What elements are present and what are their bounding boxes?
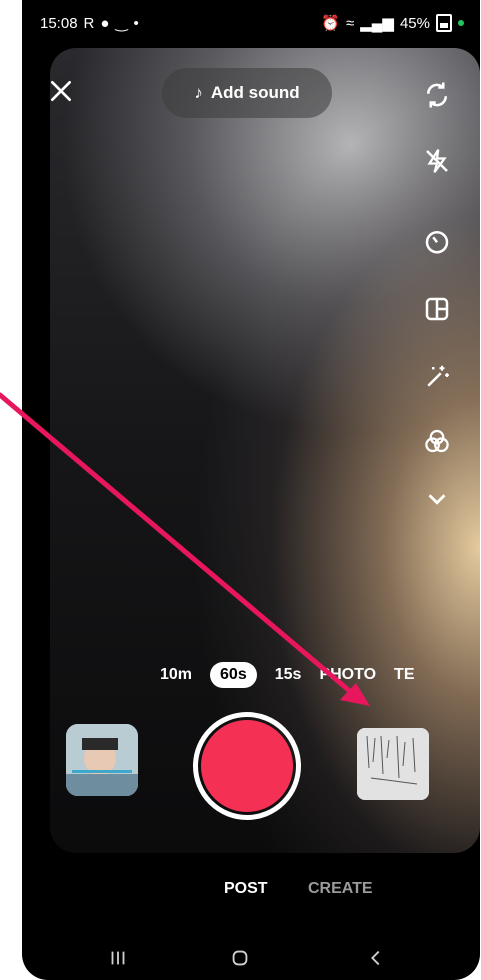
close-button[interactable]: [48, 78, 74, 104]
flash-button[interactable]: [422, 146, 454, 178]
tab-create[interactable]: CREATE: [308, 880, 373, 898]
effect-thumbnail[interactable]: [66, 724, 138, 796]
status-bar: 15:08 R ● ‿ • ⏰ ≈ ▂▄▆ 45%: [22, 0, 480, 44]
flip-camera-button[interactable]: [422, 80, 454, 112]
battery-icon: [436, 14, 452, 32]
music-note-icon: ♪: [194, 83, 203, 102]
timer-icon: [425, 231, 449, 254]
flash-off-icon: [426, 149, 448, 173]
layout-button[interactable]: [422, 294, 454, 326]
alarm-icon: ⏰: [321, 15, 341, 32]
add-sound-label: Add sound: [210, 83, 300, 102]
mode-60s[interactable]: 60s: [210, 662, 257, 688]
record-button[interactable]: [193, 712, 301, 820]
battery-percent: 45%: [399, 14, 430, 32]
filters-button[interactable]: [422, 426, 454, 458]
green-dot-icon: [458, 20, 464, 26]
mode-photo[interactable]: PHOTO: [319, 666, 376, 684]
magic-wand-icon: [427, 365, 449, 387]
r-icon: R: [83, 14, 95, 32]
close-icon: [50, 80, 72, 102]
flip-camera-icon: [426, 82, 448, 108]
timer-button[interactable]: [422, 226, 454, 258]
effects-button[interactable]: [422, 362, 454, 394]
home-button[interactable]: [220, 938, 260, 978]
mode-10m[interactable]: 10m: [160, 666, 192, 684]
chevron-down-icon: [428, 494, 446, 505]
signal-icon: ▂▄▆: [360, 15, 394, 32]
gallery-preview-icon: [357, 728, 429, 800]
bottom-tabs: POST CREATE: [22, 880, 480, 904]
layout-icon: [425, 297, 449, 321]
back-button[interactable]: [356, 938, 396, 978]
back-icon: [371, 950, 380, 966]
filters-icon: [425, 429, 449, 453]
wifi-icon: ≈: [346, 14, 355, 32]
minus-icon: ‿: [115, 15, 128, 32]
record-inner: [201, 720, 293, 812]
dot-icon: •: [133, 14, 139, 32]
recent-apps-button[interactable]: [98, 938, 138, 978]
upload-gallery-thumbnail[interactable]: [357, 728, 429, 800]
mode-15s[interactable]: 15s: [275, 666, 302, 684]
capture-mode-selector: 10m 60s 15s PHOTO TE: [160, 660, 415, 690]
tab-post[interactable]: POST: [224, 880, 268, 898]
mode-text[interactable]: TE: [394, 666, 414, 684]
face-photo-icon: [66, 724, 138, 796]
more-tools-button[interactable]: [422, 484, 454, 516]
status-time: 15:08: [40, 14, 78, 32]
recent-apps-icon: [111, 951, 125, 965]
add-sound-button[interactable]: ♪ Add sound: [162, 68, 332, 118]
home-icon: [232, 950, 248, 966]
system-navigation-bar: [22, 938, 480, 978]
phone-screen: 15:08 R ● ‿ • ⏰ ≈ ▂▄▆ 45% ♪ Add sound 10…: [22, 0, 480, 980]
messenger-icon: ●: [100, 14, 110, 32]
